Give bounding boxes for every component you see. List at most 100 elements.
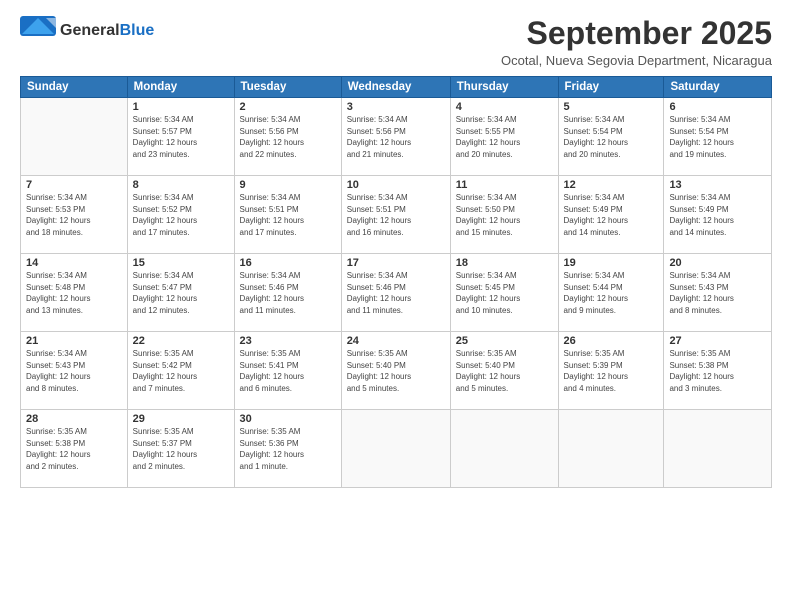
day-info: Sunrise: 5:35 AM Sunset: 5:39 PM Dayligh… xyxy=(564,348,659,394)
calendar-table: Sunday Monday Tuesday Wednesday Thursday… xyxy=(20,76,772,488)
day-number: 4 xyxy=(456,101,553,113)
logo-general: General xyxy=(60,22,120,39)
logo-icon xyxy=(20,16,56,46)
col-saturday: Saturday xyxy=(664,77,772,98)
day-info: Sunrise: 5:34 AM Sunset: 5:43 PM Dayligh… xyxy=(26,348,122,394)
day-info: Sunrise: 5:34 AM Sunset: 5:51 PM Dayligh… xyxy=(347,192,445,238)
day-info: Sunrise: 5:34 AM Sunset: 5:56 PM Dayligh… xyxy=(347,114,445,160)
day-number: 15 xyxy=(133,257,229,269)
calendar-cell: 13Sunrise: 5:34 AM Sunset: 5:49 PM Dayli… xyxy=(664,176,772,254)
day-number: 30 xyxy=(240,413,336,425)
calendar-cell: 3Sunrise: 5:34 AM Sunset: 5:56 PM Daylig… xyxy=(341,98,450,176)
day-number: 22 xyxy=(133,335,229,347)
calendar-cell: 30Sunrise: 5:35 AM Sunset: 5:36 PM Dayli… xyxy=(234,410,341,488)
calendar-cell: 8Sunrise: 5:34 AM Sunset: 5:52 PM Daylig… xyxy=(127,176,234,254)
calendar-cell: 6Sunrise: 5:34 AM Sunset: 5:54 PM Daylig… xyxy=(664,98,772,176)
day-info: Sunrise: 5:35 AM Sunset: 5:38 PM Dayligh… xyxy=(669,348,766,394)
day-number: 21 xyxy=(26,335,122,347)
calendar-cell: 14Sunrise: 5:34 AM Sunset: 5:48 PM Dayli… xyxy=(21,254,128,332)
day-number: 23 xyxy=(240,335,336,347)
calendar-cell: 11Sunrise: 5:34 AM Sunset: 5:50 PM Dayli… xyxy=(450,176,558,254)
day-number: 14 xyxy=(26,257,122,269)
day-info: Sunrise: 5:35 AM Sunset: 5:40 PM Dayligh… xyxy=(347,348,445,394)
day-info: Sunrise: 5:35 AM Sunset: 5:41 PM Dayligh… xyxy=(240,348,336,394)
day-info: Sunrise: 5:35 AM Sunset: 5:42 PM Dayligh… xyxy=(133,348,229,394)
day-number: 26 xyxy=(564,335,659,347)
day-info: Sunrise: 5:34 AM Sunset: 5:56 PM Dayligh… xyxy=(240,114,336,160)
calendar-cell: 12Sunrise: 5:34 AM Sunset: 5:49 PM Dayli… xyxy=(558,176,664,254)
col-wednesday: Wednesday xyxy=(341,77,450,98)
day-info: Sunrise: 5:35 AM Sunset: 5:36 PM Dayligh… xyxy=(240,426,336,472)
calendar-cell: 28Sunrise: 5:35 AM Sunset: 5:38 PM Dayli… xyxy=(21,410,128,488)
day-number: 9 xyxy=(240,179,336,191)
calendar-cell: 25Sunrise: 5:35 AM Sunset: 5:40 PM Dayli… xyxy=(450,332,558,410)
calendar-cell: 21Sunrise: 5:34 AM Sunset: 5:43 PM Dayli… xyxy=(21,332,128,410)
day-number: 19 xyxy=(564,257,659,269)
day-number: 2 xyxy=(240,101,336,113)
day-info: Sunrise: 5:35 AM Sunset: 5:40 PM Dayligh… xyxy=(456,348,553,394)
calendar-cell: 5Sunrise: 5:34 AM Sunset: 5:54 PM Daylig… xyxy=(558,98,664,176)
calendar-week-1: 7Sunrise: 5:34 AM Sunset: 5:53 PM Daylig… xyxy=(21,176,772,254)
day-number: 11 xyxy=(456,179,553,191)
day-info: Sunrise: 5:34 AM Sunset: 5:54 PM Dayligh… xyxy=(564,114,659,160)
day-info: Sunrise: 5:34 AM Sunset: 5:52 PM Dayligh… xyxy=(133,192,229,238)
day-number: 12 xyxy=(564,179,659,191)
day-info: Sunrise: 5:34 AM Sunset: 5:43 PM Dayligh… xyxy=(669,270,766,316)
calendar-week-2: 14Sunrise: 5:34 AM Sunset: 5:48 PM Dayli… xyxy=(21,254,772,332)
subtitle: Ocotal, Nueva Segovia Department, Nicara… xyxy=(501,53,772,68)
calendar-cell xyxy=(558,410,664,488)
day-number: 13 xyxy=(669,179,766,191)
day-info: Sunrise: 5:35 AM Sunset: 5:38 PM Dayligh… xyxy=(26,426,122,472)
day-number: 17 xyxy=(347,257,445,269)
day-number: 29 xyxy=(133,413,229,425)
month-title: September 2025 xyxy=(501,16,772,51)
day-info: Sunrise: 5:34 AM Sunset: 5:53 PM Dayligh… xyxy=(26,192,122,238)
day-info: Sunrise: 5:34 AM Sunset: 5:57 PM Dayligh… xyxy=(133,114,229,160)
calendar-cell: 15Sunrise: 5:34 AM Sunset: 5:47 PM Dayli… xyxy=(127,254,234,332)
day-info: Sunrise: 5:34 AM Sunset: 5:47 PM Dayligh… xyxy=(133,270,229,316)
col-monday: Monday xyxy=(127,77,234,98)
calendar-cell: 1Sunrise: 5:34 AM Sunset: 5:57 PM Daylig… xyxy=(127,98,234,176)
logo-blue: Blue xyxy=(120,22,155,39)
day-info: Sunrise: 5:34 AM Sunset: 5:50 PM Dayligh… xyxy=(456,192,553,238)
title-area: September 2025 Ocotal, Nueva Segovia Dep… xyxy=(501,16,772,68)
day-info: Sunrise: 5:35 AM Sunset: 5:37 PM Dayligh… xyxy=(133,426,229,472)
day-number: 6 xyxy=(669,101,766,113)
col-thursday: Thursday xyxy=(450,77,558,98)
day-number: 18 xyxy=(456,257,553,269)
day-number: 7 xyxy=(26,179,122,191)
day-info: Sunrise: 5:34 AM Sunset: 5:51 PM Dayligh… xyxy=(240,192,336,238)
calendar-cell: 24Sunrise: 5:35 AM Sunset: 5:40 PM Dayli… xyxy=(341,332,450,410)
day-number: 5 xyxy=(564,101,659,113)
day-info: Sunrise: 5:34 AM Sunset: 5:55 PM Dayligh… xyxy=(456,114,553,160)
day-number: 1 xyxy=(133,101,229,113)
calendar-week-3: 21Sunrise: 5:34 AM Sunset: 5:43 PM Dayli… xyxy=(21,332,772,410)
day-number: 24 xyxy=(347,335,445,347)
calendar-cell xyxy=(450,410,558,488)
calendar-cell xyxy=(664,410,772,488)
col-friday: Friday xyxy=(558,77,664,98)
calendar-cell: 10Sunrise: 5:34 AM Sunset: 5:51 PM Dayli… xyxy=(341,176,450,254)
day-number: 27 xyxy=(669,335,766,347)
calendar-cell: 29Sunrise: 5:35 AM Sunset: 5:37 PM Dayli… xyxy=(127,410,234,488)
day-number: 25 xyxy=(456,335,553,347)
day-info: Sunrise: 5:34 AM Sunset: 5:49 PM Dayligh… xyxy=(564,192,659,238)
calendar-cell: 17Sunrise: 5:34 AM Sunset: 5:46 PM Dayli… xyxy=(341,254,450,332)
calendar-cell: 18Sunrise: 5:34 AM Sunset: 5:45 PM Dayli… xyxy=(450,254,558,332)
day-info: Sunrise: 5:34 AM Sunset: 5:46 PM Dayligh… xyxy=(347,270,445,316)
day-info: Sunrise: 5:34 AM Sunset: 5:46 PM Dayligh… xyxy=(240,270,336,316)
calendar-header-row: Sunday Monday Tuesday Wednesday Thursday… xyxy=(21,77,772,98)
day-number: 10 xyxy=(347,179,445,191)
calendar-week-4: 28Sunrise: 5:35 AM Sunset: 5:38 PM Dayli… xyxy=(21,410,772,488)
calendar-cell: 9Sunrise: 5:34 AM Sunset: 5:51 PM Daylig… xyxy=(234,176,341,254)
calendar-cell: 4Sunrise: 5:34 AM Sunset: 5:55 PM Daylig… xyxy=(450,98,558,176)
day-number: 16 xyxy=(240,257,336,269)
day-number: 3 xyxy=(347,101,445,113)
calendar-cell: 27Sunrise: 5:35 AM Sunset: 5:38 PM Dayli… xyxy=(664,332,772,410)
day-number: 8 xyxy=(133,179,229,191)
day-info: Sunrise: 5:34 AM Sunset: 5:54 PM Dayligh… xyxy=(669,114,766,160)
header: GeneralBlue September 2025 Ocotal, Nueva… xyxy=(20,16,772,68)
calendar-cell: 26Sunrise: 5:35 AM Sunset: 5:39 PM Dayli… xyxy=(558,332,664,410)
calendar-cell: 20Sunrise: 5:34 AM Sunset: 5:43 PM Dayli… xyxy=(664,254,772,332)
calendar-cell xyxy=(341,410,450,488)
